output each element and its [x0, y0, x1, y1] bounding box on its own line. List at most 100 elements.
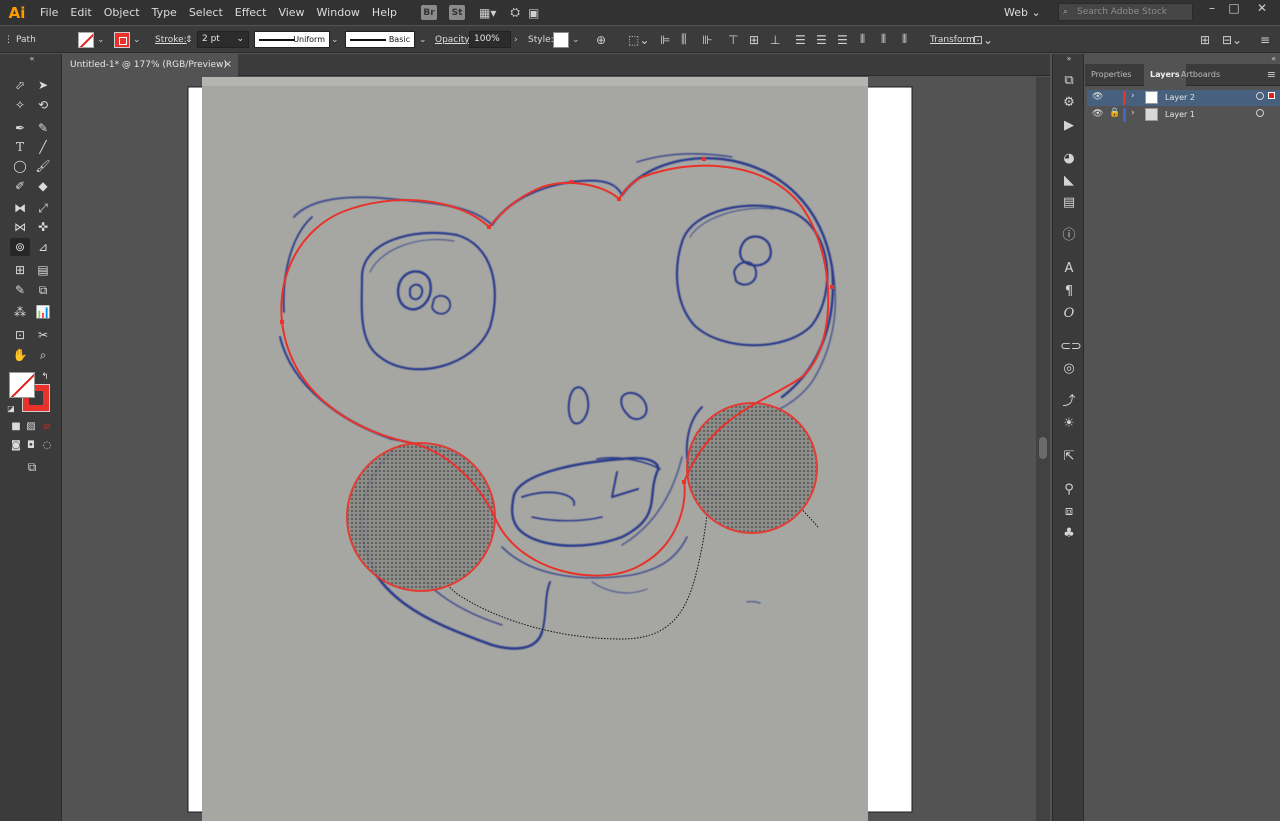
- menu-window[interactable]: Window: [311, 0, 366, 25]
- canvas[interactable]: [62, 77, 1036, 821]
- scale-tool-icon[interactable]: ⤢: [33, 199, 53, 217]
- magic-wand-tool-icon[interactable]: ✧: [10, 96, 30, 114]
- stroke-panel-link[interactable]: Stroke:: [155, 26, 187, 53]
- expand-layer-icon[interactable]: ›: [1131, 91, 1135, 101]
- expand-layer-icon[interactable]: ›: [1131, 108, 1135, 118]
- vertical-align-center-icon[interactable]: ⊞: [749, 26, 759, 53]
- vertical-align-bottom-icon[interactable]: ⊥: [770, 26, 780, 53]
- direct-selection-tool-icon[interactable]: ➤: [33, 76, 53, 94]
- distribute-horizontal-center-icon[interactable]: ⫴: [881, 26, 886, 53]
- document-tab[interactable]: Untitled-1* @ 177% (RGB/Preview) ×: [62, 54, 238, 76]
- chevron-down-icon[interactable]: ⌄: [419, 26, 427, 53]
- tab-artboards[interactable]: Artboards: [1175, 64, 1226, 86]
- swatches-icon[interactable]: ▤: [1060, 194, 1078, 212]
- workspace-switcher[interactable]: Web ⌄: [1004, 0, 1041, 25]
- menu-object[interactable]: Object: [98, 0, 146, 25]
- default-fill-stroke-icon[interactable]: ◪: [4, 400, 18, 418]
- none-mode-icon[interactable]: ⧄: [37, 418, 57, 436]
- color-icon[interactable]: ◣: [1060, 172, 1078, 190]
- vertical-scrollbar-thumb[interactable]: [1039, 437, 1047, 459]
- distribute-left-icon[interactable]: ⫴: [860, 26, 865, 53]
- column-graph-tool-icon[interactable]: 📊: [33, 303, 53, 321]
- stroke-weight-field[interactable]: 2 pt ⌄: [197, 31, 249, 48]
- hand-tool-icon[interactable]: ✋: [10, 346, 30, 364]
- vertical-scrollbar[interactable]: [1036, 77, 1050, 821]
- type-tool-icon[interactable]: T: [10, 138, 30, 156]
- symbols-icon[interactable]: ♣: [1060, 525, 1078, 543]
- align-to-selection-icon[interactable]: ⬚⌄: [628, 26, 649, 53]
- line-segment-tool-icon[interactable]: ╱: [33, 138, 53, 156]
- layer-name[interactable]: Layer 1: [1165, 110, 1195, 119]
- layer-target-icon[interactable]: [1256, 92, 1264, 100]
- minimize-button[interactable]: –: [1200, 0, 1224, 16]
- chevron-down-icon[interactable]: ⌄: [331, 26, 339, 53]
- lock-icon[interactable]: 🔒: [1109, 108, 1120, 118]
- visibility-eye-icon[interactable]: 👁: [1092, 92, 1104, 102]
- chevron-down-icon[interactable]: ⌄: [572, 26, 580, 53]
- eraser-tool-icon[interactable]: ◆: [33, 177, 53, 195]
- distribute-top-icon[interactable]: ☰: [795, 26, 806, 53]
- shape-builder-tool-icon[interactable]: ⊚: [10, 238, 30, 256]
- transform-options-icon[interactable]: ⊡⌄: [973, 26, 993, 53]
- fill-swatch[interactable]: [9, 372, 35, 398]
- pen-tool-icon[interactable]: ✒: [10, 119, 30, 137]
- paintbrush-tool-icon[interactable]: 🖌: [33, 157, 53, 175]
- tab-properties[interactable]: Properties: [1085, 64, 1137, 86]
- collapse-panel-icon[interactable]: «: [22, 54, 42, 64]
- opacity-panel-link[interactable]: Opacity:: [435, 26, 472, 53]
- blend-tool-icon[interactable]: ⧉: [33, 281, 53, 299]
- perspective-grid-tool-icon[interactable]: ⊿: [33, 238, 53, 256]
- graphic-styles-icon[interactable]: ⧈: [1060, 503, 1078, 521]
- brush-definition[interactable]: Basic: [345, 31, 415, 48]
- menu-view[interactable]: View: [272, 0, 310, 25]
- vertical-align-top-icon[interactable]: ⊤: [728, 26, 738, 53]
- stock-button[interactable]: St: [449, 5, 465, 20]
- links-icon[interactable]: ⊂⊃: [1060, 338, 1082, 356]
- paragraph-icon[interactable]: ¶: [1060, 283, 1078, 301]
- zoom-tool-icon[interactable]: ⌕: [33, 346, 53, 364]
- asset-export-icon[interactable]: ⚙: [1060, 94, 1078, 112]
- stock-search-input[interactable]: ⌕ Search Adobe Stock: [1058, 3, 1193, 21]
- swap-fill-stroke-icon[interactable]: ↰: [38, 368, 52, 386]
- reflect-tool-icon[interactable]: ⧓: [10, 199, 30, 217]
- character-icon[interactable]: A: [1060, 260, 1078, 278]
- layer-row-layer-2[interactable]: 👁 › Layer 2: [1087, 90, 1280, 106]
- horizontal-align-left-icon[interactable]: ⊫: [660, 26, 670, 53]
- variable-width-profile[interactable]: Uniform: [254, 31, 330, 48]
- collapse-panel-icon[interactable]: «: [1271, 54, 1276, 63]
- puppet-warp-tool-icon[interactable]: ✜: [33, 218, 53, 236]
- stroke-weight-stepper-icon[interactable]: ⇕: [185, 35, 193, 45]
- draw-inside-icon[interactable]: ◌: [37, 437, 57, 455]
- appearance-icon[interactable]: ☀: [1060, 415, 1078, 433]
- bridge-button[interactable]: Br: [421, 5, 437, 20]
- visibility-eye-icon[interactable]: 👁: [1092, 109, 1104, 119]
- curvature-tool-icon[interactable]: ✎: [33, 119, 53, 137]
- symbol-sprayer-tool-icon[interactable]: ⁂: [10, 303, 30, 321]
- brushes-icon[interactable]: ⚲: [1060, 481, 1078, 499]
- change-screen-mode-icon[interactable]: ⧉: [22, 458, 42, 476]
- graphic-style-swatch[interactable]: [553, 31, 569, 48]
- info-icon[interactable]: ⓘ: [1060, 227, 1078, 245]
- menu-effect[interactable]: Effect: [229, 0, 273, 25]
- distribute-vertical-center-icon[interactable]: ☰: [816, 26, 827, 53]
- distribute-bottom-icon[interactable]: ☰: [837, 26, 848, 53]
- ellipse-tool-icon[interactable]: ◯: [10, 157, 30, 175]
- export-icon[interactable]: ⇱: [1060, 448, 1078, 466]
- fill-color-swatch[interactable]: [78, 31, 94, 48]
- panel-menu-icon[interactable]: ≡: [1267, 64, 1276, 86]
- left-cheek-circle[interactable]: [346, 442, 496, 592]
- sync-settings-icon[interactable]: ▣: [528, 6, 539, 20]
- arrange-panels-icon[interactable]: ⊞: [1200, 26, 1210, 53]
- close-window-button[interactable]: ✕: [1250, 0, 1274, 16]
- width-tool-icon[interactable]: ⋈: [10, 218, 30, 236]
- opacity-field[interactable]: 100%: [469, 31, 511, 48]
- collapse-strip-icon[interactable]: »: [1060, 54, 1078, 64]
- opentype-icon[interactable]: O: [1060, 305, 1078, 323]
- layer-selection-indicator[interactable]: [1268, 92, 1275, 99]
- creative-cloud-icon[interactable]: ◎: [1060, 360, 1078, 378]
- artboard-tool-icon[interactable]: ⊡: [10, 326, 30, 344]
- arrange-documents-icon[interactable]: ▦▾: [479, 6, 496, 20]
- mesh-tool-icon[interactable]: ⊞: [10, 261, 30, 279]
- transform-icon[interactable]: ⤴: [1060, 393, 1078, 411]
- menu-select[interactable]: Select: [183, 0, 229, 25]
